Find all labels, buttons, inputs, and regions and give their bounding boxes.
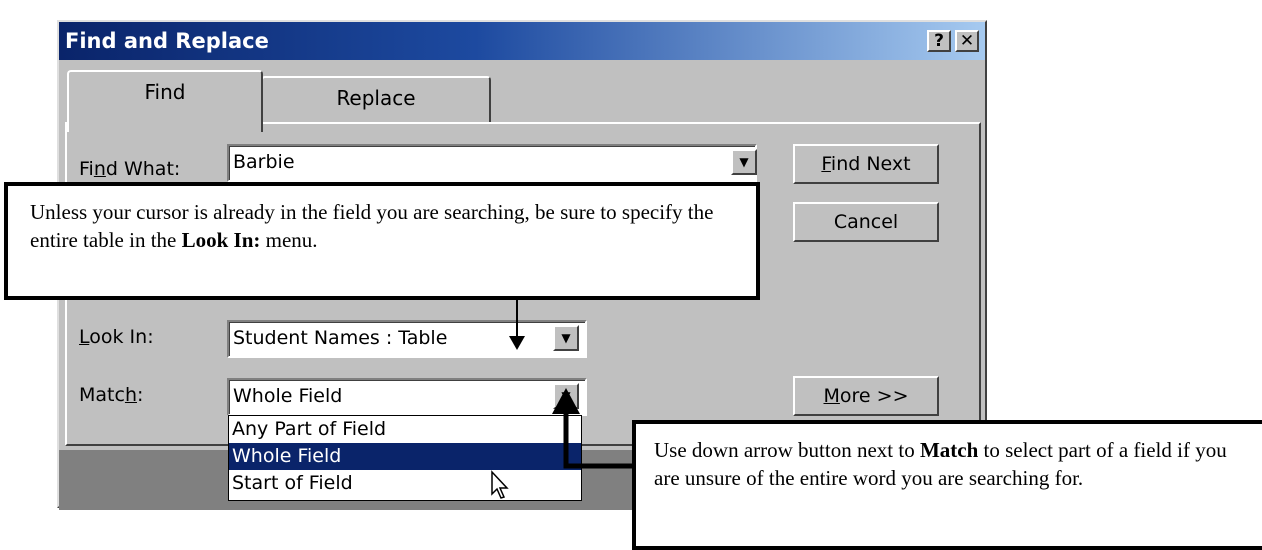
match-arrowhead-icon	[552, 388, 580, 414]
callout-match: Use down arrow button next to Match to s…	[632, 420, 1262, 550]
match-arrow-line	[563, 412, 632, 469]
look-in-arrowhead-icon	[509, 336, 525, 350]
callout-look-in: Unless your cursor is already in the fie…	[4, 182, 760, 300]
